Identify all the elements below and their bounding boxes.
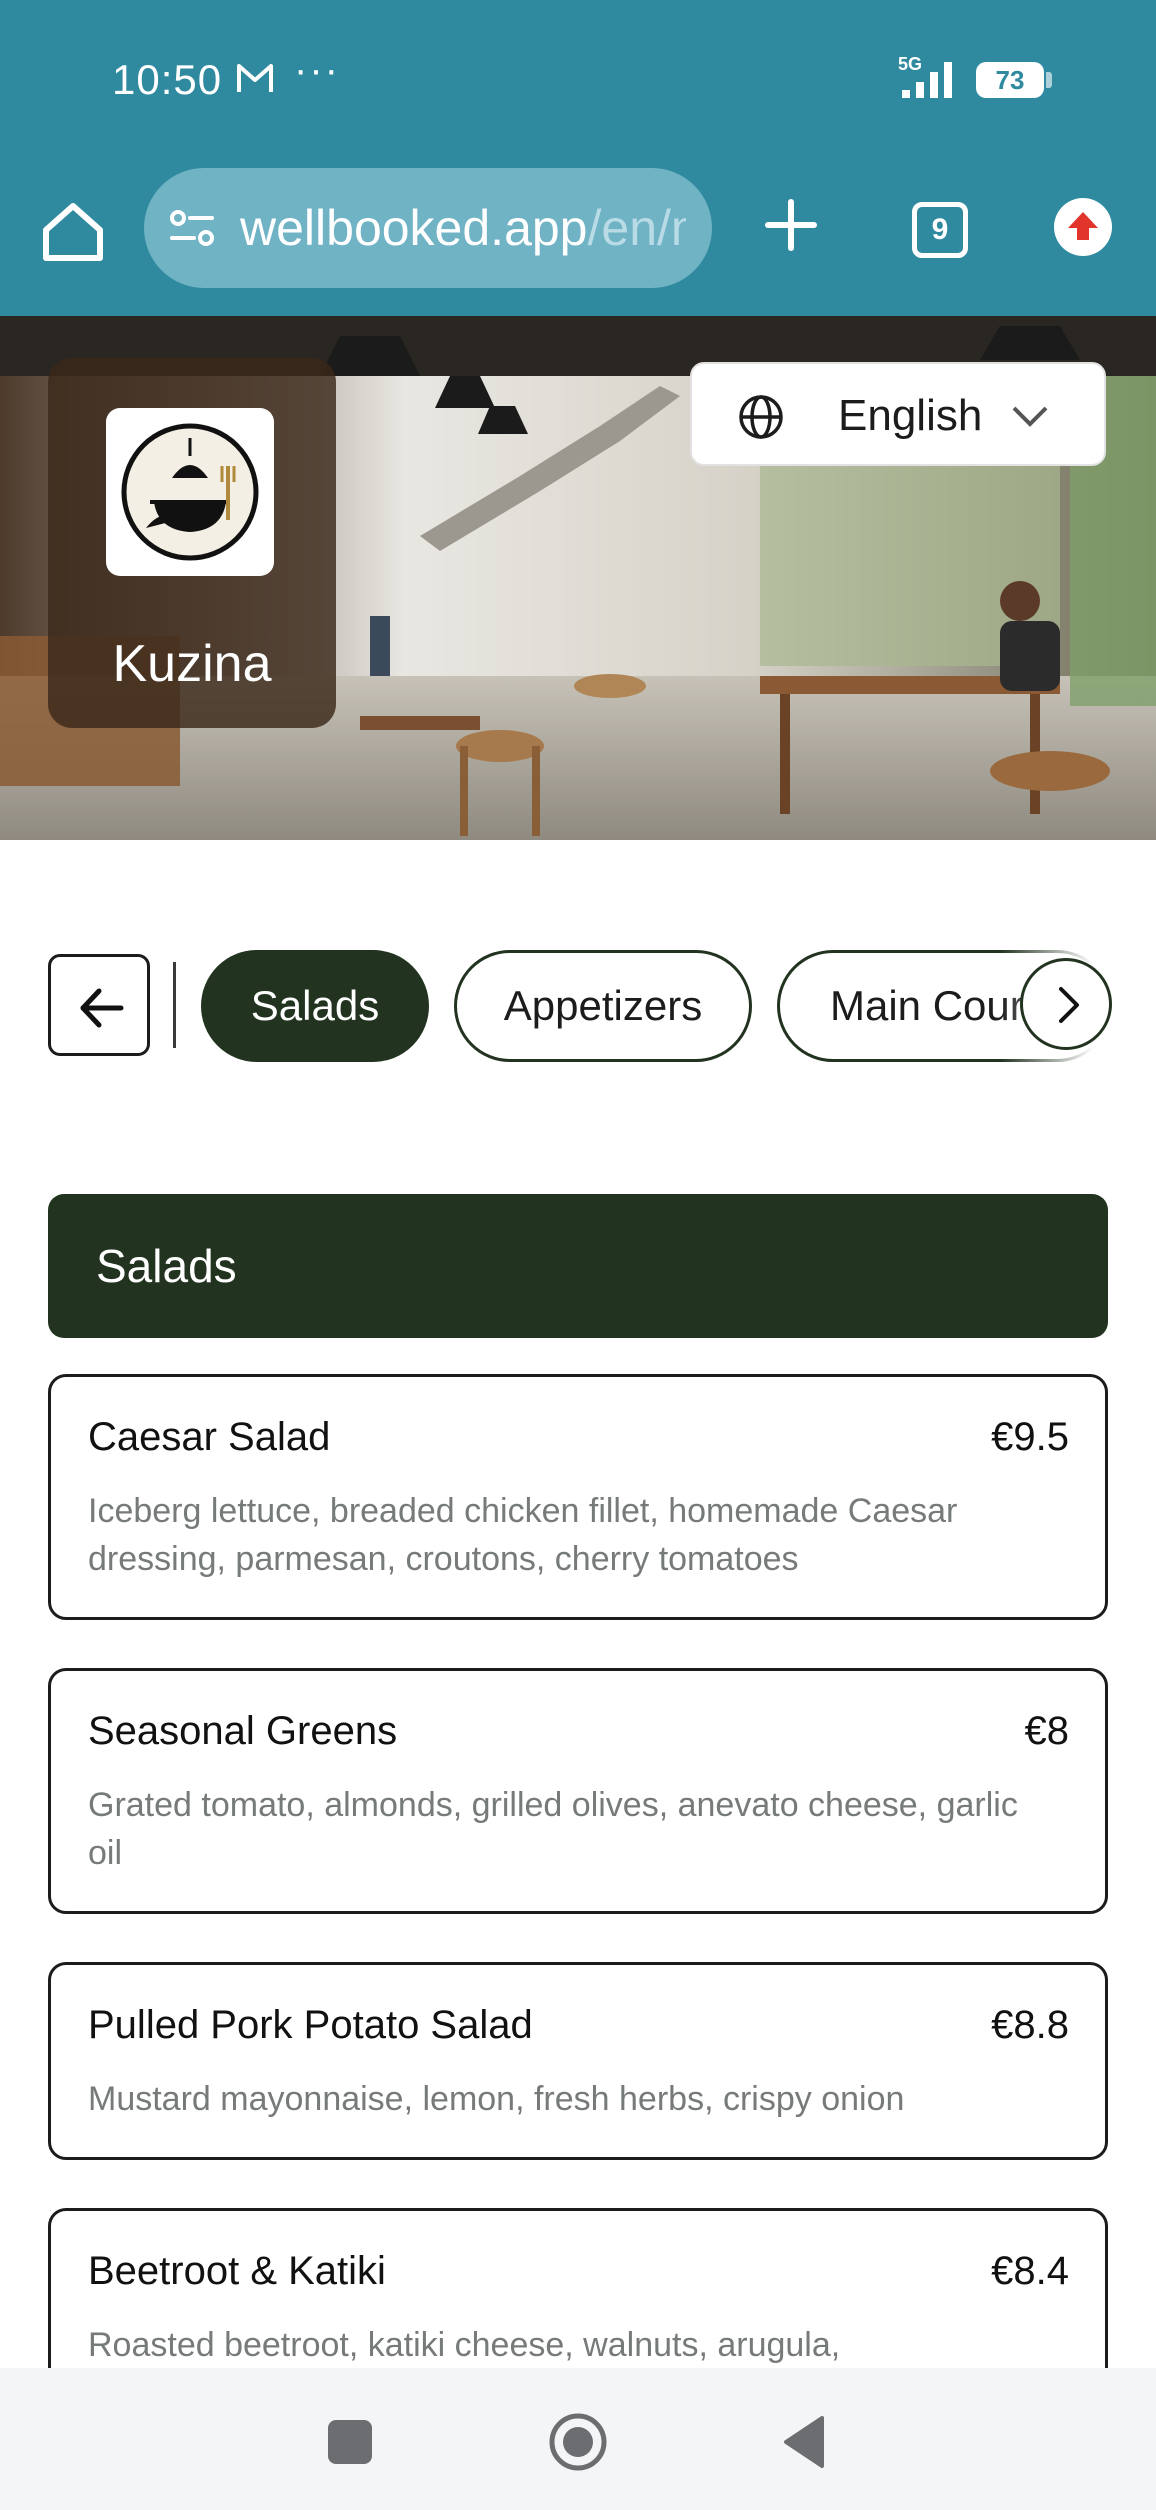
url-text[interactable]: wellbooked.app/en/m (240, 168, 686, 288)
home-icon[interactable] (38, 196, 108, 266)
back-button[interactable] (48, 954, 150, 1056)
battery-icon: 73 (976, 62, 1052, 98)
restaurant-logo (106, 408, 274, 576)
item-price: €9.5 (991, 1415, 1069, 1459)
item-price: €8.8 (991, 2003, 1069, 2047)
home-circle-icon[interactable] (548, 2412, 608, 2472)
restaurant-name: Kuzina (112, 635, 272, 693)
menu-item[interactable]: Caesar Salad €9.5 Iceberg lettuce, bread… (48, 1374, 1108, 1620)
menu-item[interactable]: Seasonal Greens €8 Grated tomato, almond… (48, 1668, 1108, 1914)
category-nav: Salads Appetizers Main Cour (0, 940, 1156, 1064)
url-path: /en/m (587, 200, 687, 256)
category-tab-salads[interactable]: Salads (201, 950, 429, 1062)
back-triangle-icon[interactable] (782, 2414, 826, 2470)
url-bar[interactable]: wellbooked.app/en/m (144, 168, 712, 288)
category-tab-appetizers[interactable]: Appetizers (454, 950, 752, 1062)
restaurant-brand-card: Kuzina (48, 358, 336, 728)
item-price: €8.4 (991, 2249, 1069, 2293)
update-button[interactable] (1054, 198, 1112, 256)
language-label: English (838, 391, 983, 440)
language-selector[interactable]: English (690, 362, 1106, 466)
item-name: Caesar Salad (88, 1415, 331, 1459)
status-bar: 10:50 ··· 5G 73 (0, 0, 1156, 160)
chevron-down-icon (1012, 406, 1048, 427)
item-description: Grated tomato, almonds, grilled olives, … (88, 1786, 1018, 1872)
hero-banner: Kuzina English (0, 316, 1156, 840)
arrow-up-icon (1068, 212, 1098, 240)
new-tab-icon[interactable] (756, 190, 826, 260)
arrow-left-icon (80, 988, 124, 1028)
menu-item[interactable]: Pulled Pork Potato Salad €8.8 Mustard ma… (48, 1962, 1108, 2160)
signal-icon (902, 62, 952, 98)
status-time: 10:50 (112, 56, 223, 103)
item-description: Roasted beetroot, katiki cheese, walnuts… (88, 2326, 841, 2364)
item-name: Beetroot & Katiki (88, 2249, 386, 2293)
scroll-next-button[interactable] (1020, 958, 1112, 1050)
restaurant-logo-icon (121, 423, 259, 561)
chevron-right-icon (1059, 987, 1079, 1023)
item-name: Seasonal Greens (88, 1709, 398, 1753)
recents-icon[interactable] (328, 2420, 372, 2464)
browser-toolbar: wellbooked.app/en/m 9 (0, 160, 1156, 316)
item-name: Pulled Pork Potato Salad (88, 2003, 533, 2047)
gmail-icon (237, 64, 273, 92)
section-title: Salads (96, 1240, 237, 1292)
section-header: Salads (48, 1194, 1108, 1338)
nav-divider (173, 962, 176, 1048)
item-description: Iceberg lettuce, breaded chicken fillet,… (88, 1492, 958, 1578)
site-settings-icon[interactable] (168, 208, 216, 248)
item-price: €8 (1024, 1709, 1070, 1753)
tab-switcher-button[interactable]: 9 (912, 202, 968, 258)
system-nav-bar (0, 2368, 1156, 2510)
globe-icon (739, 395, 783, 439)
item-description: Mustard mayonnaise, lemon, fresh herbs, … (88, 2080, 905, 2118)
url-domain: wellbooked.app (240, 200, 588, 256)
more-notifications-icon: ··· (294, 48, 340, 92)
